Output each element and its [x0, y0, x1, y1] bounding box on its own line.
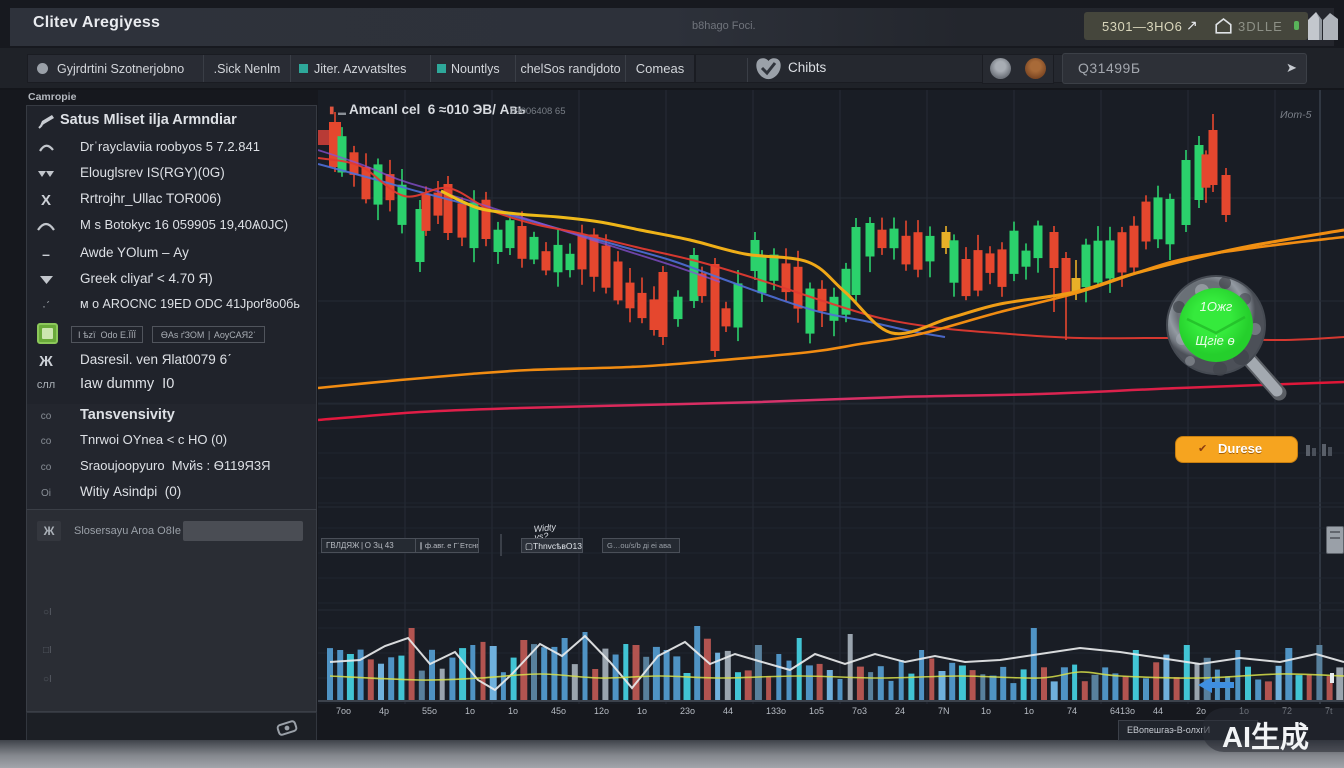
svg-text:1Ожг: 1Ожг [1200, 299, 1233, 314]
svg-text:Щгіе ѳ: Щгіе ѳ [1195, 333, 1234, 348]
